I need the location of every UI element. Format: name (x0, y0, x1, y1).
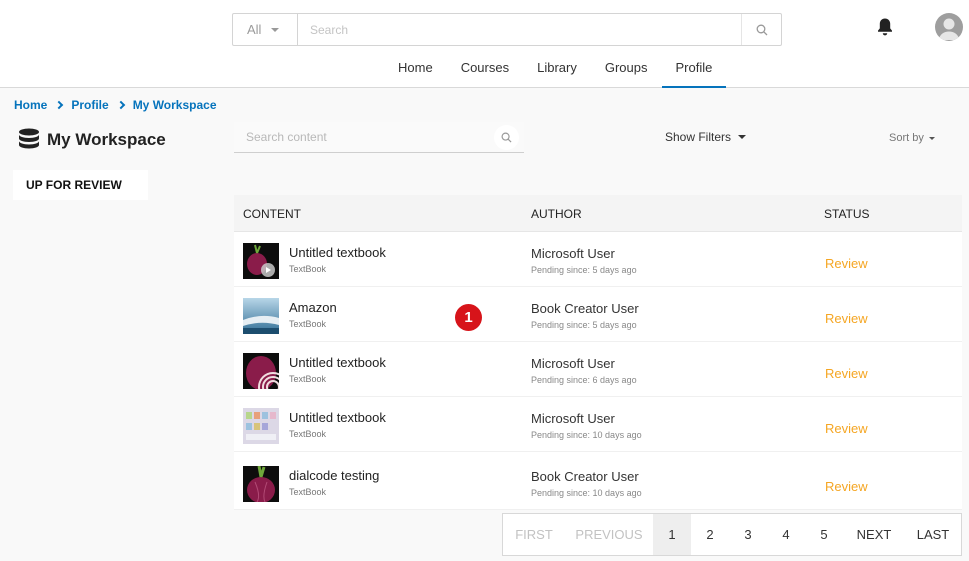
breadcrumb-profile[interactable]: Profile (71, 98, 108, 112)
search-scope-label: All (247, 22, 262, 37)
chevron-right-icon (55, 100, 64, 110)
review-link[interactable]: Review (825, 479, 868, 494)
sort-by-dropdown[interactable]: Sort by (889, 132, 935, 144)
search-button[interactable] (741, 14, 781, 45)
content-thumbnail (243, 466, 279, 502)
content-title[interactable]: Untitled textbook (289, 410, 386, 425)
search-icon (501, 132, 512, 143)
app-logo[interactable] (19, 4, 107, 82)
review-link[interactable]: Review (825, 311, 868, 326)
page-next-button[interactable]: NEXT (843, 514, 905, 555)
nav-courses[interactable]: Courses (447, 52, 523, 88)
user-avatar[interactable] (935, 13, 963, 41)
content-thumbnail (243, 408, 279, 444)
column-header-author: AUTHOR (531, 207, 582, 221)
author-name: Microsoft User (531, 411, 615, 426)
page-2-button[interactable]: 2 (691, 514, 729, 555)
author-name: Book Creator User (531, 469, 639, 484)
review-link[interactable]: Review (825, 421, 868, 436)
table-row[interactable]: Amazon TextBook Book Creator User Pendin… (234, 287, 962, 342)
nav-library[interactable]: Library (523, 52, 591, 88)
content-title[interactable]: Untitled textbook (289, 245, 386, 260)
chevron-down-icon (271, 27, 280, 32)
page-5-button[interactable]: 5 (805, 514, 843, 555)
content-thumbnail (243, 353, 279, 389)
nav-groups[interactable]: Groups (591, 52, 662, 88)
step-marker-badge: 1 (455, 304, 482, 331)
review-table: CONTENT AUTHOR STATUS Untitled textbook … (234, 195, 962, 510)
chevron-right-icon (116, 100, 125, 110)
pending-since: Pending since: 10 days ago (531, 430, 642, 440)
page-previous-button[interactable]: PREVIOUS (565, 514, 653, 555)
review-link[interactable]: Review (825, 366, 868, 381)
author-name: Microsoft User (531, 356, 615, 371)
nav-home[interactable]: Home (384, 52, 447, 88)
table-row[interactable]: Untitled textbook TextBook Microsoft Use… (234, 232, 962, 287)
content-type: TextBook (289, 319, 327, 329)
top-header: All Home Courses Library Groups Profile (0, 0, 969, 88)
database-icon (19, 128, 39, 149)
nav-profile[interactable]: Profile (661, 52, 727, 88)
content-title[interactable]: Untitled textbook (289, 355, 386, 370)
global-search-input[interactable] (298, 14, 741, 45)
user-icon (938, 18, 960, 40)
review-link[interactable]: Review (825, 256, 868, 271)
content-title[interactable]: dialcode testing (289, 468, 379, 483)
page-title: My Workspace (47, 130, 166, 149)
breadcrumb: Home Profile My Workspace (14, 98, 217, 112)
column-header-content: CONTENT (243, 207, 301, 221)
page-4-button[interactable]: 4 (767, 514, 805, 555)
content-search-input[interactable] (234, 122, 484, 152)
table-row[interactable]: dialcode testing TextBook Book Creator U… (234, 452, 962, 510)
show-filters-button[interactable]: Show Filters (665, 130, 747, 144)
content-thumbnail (243, 243, 279, 279)
table-row[interactable]: Untitled textbook TextBook Microsoft Use… (234, 342, 962, 397)
page-1-button[interactable]: 1 (653, 514, 691, 555)
search-icon (756, 24, 767, 35)
content-search-button[interactable] (494, 125, 519, 150)
pending-since: Pending since: 5 days ago (531, 320, 637, 330)
main-nav: Home Courses Library Groups Profile (384, 52, 727, 88)
pagination: FIRST PREVIOUS 1 2 3 4 5 NEXT LAST (502, 513, 962, 556)
page-3-button[interactable]: 3 (729, 514, 767, 555)
table-row[interactable]: Untitled textbook TextBook Microsoft Use… (234, 397, 962, 452)
workspace-heading: My Workspace (18, 128, 166, 152)
caret-down-icon (928, 136, 935, 140)
search-scope-dropdown[interactable]: All (233, 14, 298, 45)
breadcrumb-my-workspace[interactable]: My Workspace (133, 98, 217, 112)
content-type: TextBook (289, 374, 327, 384)
column-header-status: STATUS (824, 207, 870, 221)
pending-since: Pending since: 6 days ago (531, 375, 637, 385)
caret-down-icon (738, 135, 747, 139)
content-type: TextBook (289, 429, 327, 439)
content-thumbnail (243, 298, 279, 334)
content-title[interactable]: Amazon (289, 300, 337, 315)
pending-since: Pending since: 5 days ago (531, 265, 637, 275)
global-search-bar: All (232, 13, 782, 46)
sort-by-label: Sort by (889, 132, 924, 144)
tab-up-for-review[interactable]: UP FOR REVIEW (13, 170, 148, 200)
page-last-button[interactable]: LAST (905, 514, 961, 555)
content-type: TextBook (289, 264, 327, 274)
author-name: Book Creator User (531, 301, 639, 316)
breadcrumb-home[interactable]: Home (14, 98, 47, 112)
author-name: Microsoft User (531, 246, 615, 261)
content-search-box (234, 122, 524, 153)
show-filters-label: Show Filters (665, 130, 732, 144)
page-first-button[interactable]: FIRST (503, 514, 565, 555)
table-header: CONTENT AUTHOR STATUS (234, 195, 962, 232)
notification-bell-icon[interactable] (876, 17, 894, 37)
content-type: TextBook (289, 487, 327, 497)
pending-since: Pending since: 10 days ago (531, 488, 642, 498)
